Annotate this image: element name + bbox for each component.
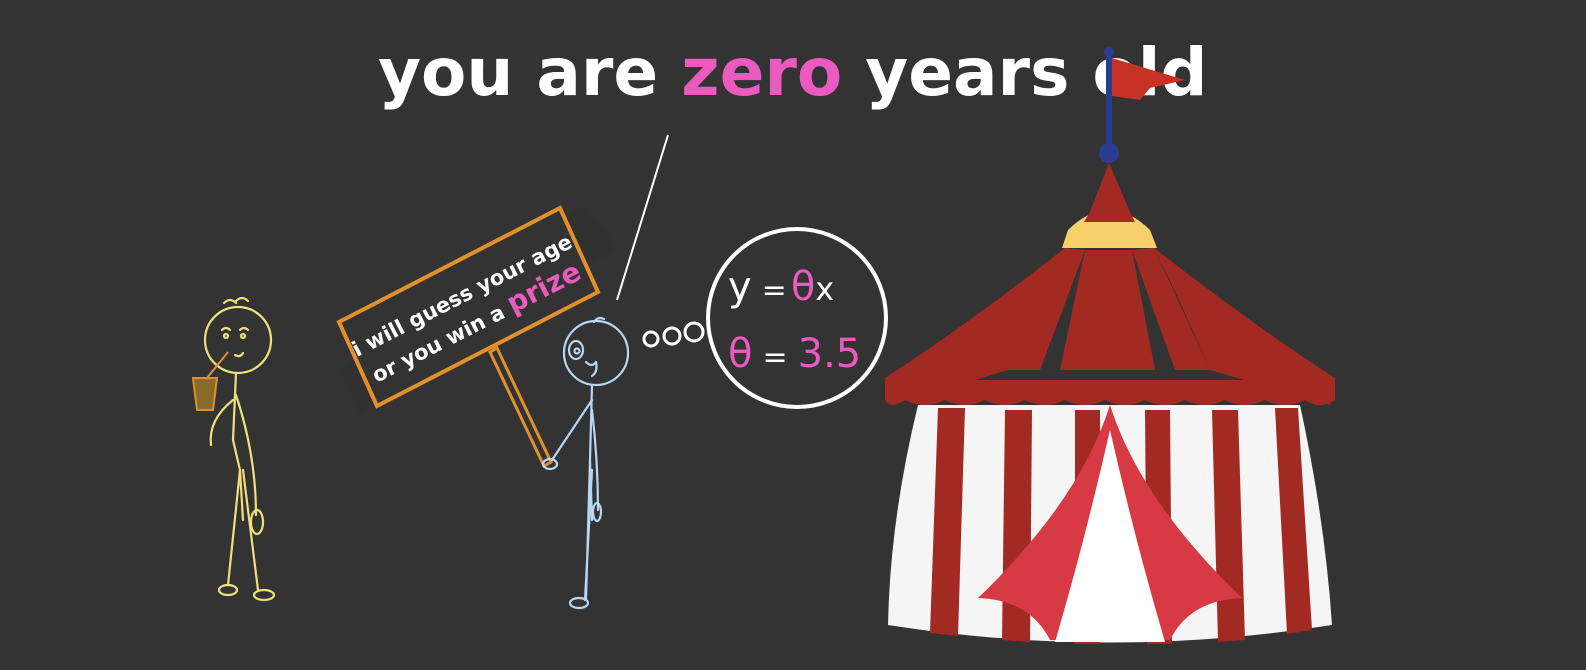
guesser-mouth — [584, 360, 598, 378]
guesser-figure — [541, 316, 630, 610]
thought-circle — [706, 227, 888, 409]
visitor-eyebrows — [220, 326, 250, 332]
eq1-eq: = — [762, 273, 787, 308]
caption-text: you are zero years old — [378, 34, 1208, 111]
guesser-foot — [568, 596, 590, 610]
flag-pole-tip — [1104, 47, 1114, 57]
scene-canvas: you are zero years old i will guess your… — [191, 34, 1335, 644]
caption-highlight: zero — [681, 34, 842, 111]
eq1-lhs: y — [728, 264, 752, 310]
guesser-eye — [573, 347, 581, 355]
visitor-eye-left — [222, 332, 230, 340]
guesser-arm — [550, 398, 594, 462]
eq1-rhs: x — [815, 270, 834, 308]
eq2-theta: θ — [728, 331, 752, 377]
visitor-mouth — [233, 351, 245, 358]
circus-tent — [885, 47, 1335, 644]
eq2-value: 3.5 — [798, 331, 862, 377]
drink-cup-body — [191, 377, 219, 411]
caption-before: you are — [378, 34, 681, 111]
visitor-figure — [203, 296, 276, 602]
thought-bubble: y = θx θ = 3.5 — [642, 227, 888, 409]
eq2-eq: = — [762, 340, 787, 375]
eq1-theta: θ — [791, 264, 815, 310]
guesser-arm-right — [590, 408, 600, 512]
guesser-head — [562, 319, 630, 387]
sign-stick — [488, 345, 553, 469]
tent-top-cone — [1090, 163, 1130, 212]
thought-dot-2 — [662, 326, 682, 346]
speech-pointer-line — [616, 134, 669, 301]
visitor-eye-right — [239, 332, 247, 340]
guesser-legs — [583, 458, 594, 602]
sign: i will guess your age or you win a prize — [336, 205, 618, 469]
visitor-head — [203, 305, 273, 375]
thought-dot-3 — [683, 321, 705, 343]
circus-scene: you are zero years old i will guess your… — [0, 0, 1586, 670]
flag-pole-ball — [1099, 143, 1119, 163]
tent-scalloped-trim — [885, 380, 1335, 405]
drink-cup — [191, 351, 229, 411]
visitor-foot-left — [217, 583, 239, 597]
visitor-hair — [222, 296, 250, 305]
visitor-foot-right — [252, 588, 276, 602]
thought-dot-1 — [642, 330, 660, 348]
